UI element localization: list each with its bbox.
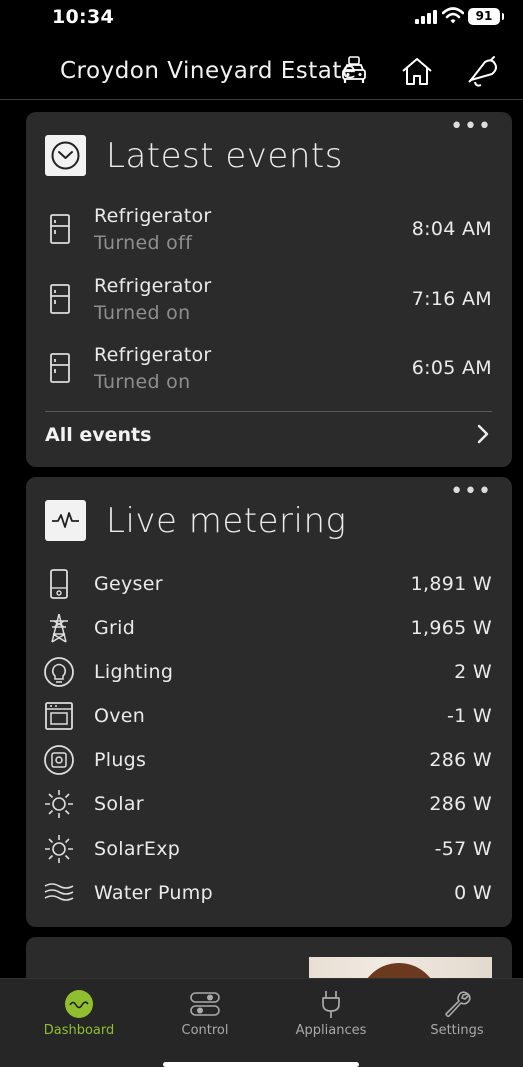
event-device: Refrigerator — [94, 205, 212, 227]
bulb-icon — [44, 657, 74, 687]
meter-name: SolarExp — [94, 838, 181, 860]
meter-value: 2 W — [454, 661, 492, 683]
wifi-icon — [442, 7, 464, 24]
status-bar: 10:34 91 — [0, 0, 523, 36]
refrigerator-icon — [50, 353, 70, 383]
event-status: Turned on — [94, 302, 191, 324]
refrigerator-icon — [50, 214, 70, 244]
meter-name: Water Pump — [94, 882, 213, 904]
event-status: Turned off — [94, 232, 193, 254]
event-row[interactable]: Refrigerator Turned off 8:04 AM — [26, 205, 512, 261]
meter-row-lighting[interactable]: Lighting 2 W — [26, 656, 512, 690]
meter-value: -57 W — [434, 838, 492, 860]
meter-row-oven[interactable]: Oven -1 W — [26, 700, 512, 734]
all-events-link[interactable]: All events — [45, 424, 151, 446]
meter-row-solarexp[interactable]: SolarExp -57 W — [26, 833, 512, 867]
app-header: Croydon Vineyard Estate — [0, 40, 523, 100]
meter-value: 286 W — [429, 749, 492, 771]
meter-name: Lighting — [94, 661, 174, 683]
tab-label: Control — [181, 1023, 229, 1038]
battery-icon: 91 — [468, 8, 504, 25]
meter-value: 1,891 W — [410, 573, 492, 595]
home-indicator — [163, 1062, 359, 1067]
meter-value: -1 W — [447, 705, 492, 727]
sun-icon — [45, 790, 73, 818]
oven-icon — [45, 702, 73, 730]
live-metering-card: ••• Live metering Geyser 1,891 W Grid 1,… — [26, 477, 512, 927]
bell-icon[interactable] — [465, 54, 501, 90]
more-options-button[interactable]: ••• — [450, 481, 492, 503]
event-time: 6:05 AM — [411, 357, 492, 379]
tab-label: Dashboard — [43, 1023, 115, 1038]
meter-value: 286 W — [429, 793, 492, 815]
toggles-icon — [190, 992, 220, 1016]
tab-label: Settings — [430, 1023, 484, 1038]
plug-socket-icon — [44, 745, 74, 775]
geyser-icon — [50, 569, 68, 599]
meter-name: Geyser — [94, 573, 163, 595]
tab-dashboard[interactable]: Dashboard — [14, 979, 144, 1049]
status-time: 10:34 — [52, 6, 114, 28]
more-options-button[interactable]: ••• — [450, 116, 492, 138]
card-title: Live metering — [106, 501, 347, 541]
plug-icon — [322, 991, 340, 1018]
refrigerator-icon — [50, 284, 70, 314]
home-icon[interactable] — [399, 54, 435, 90]
event-device: Refrigerator — [94, 344, 212, 366]
tab-label: Appliances — [295, 1023, 367, 1038]
clock-icon — [45, 135, 86, 176]
pylon-icon — [50, 613, 68, 643]
tab-bar: Dashboard Control Appliances Settings — [0, 978, 523, 1067]
page-title[interactable]: Croydon Vineyard Estate — [60, 58, 357, 84]
meter-value: 0 W — [454, 882, 492, 904]
event-time: 7:16 AM — [411, 288, 492, 310]
meter-row-water-pump[interactable]: Water Pump 0 W — [26, 877, 512, 911]
meter-name: Solar — [94, 793, 144, 815]
meter-row-grid[interactable]: Grid 1,965 W — [26, 612, 512, 646]
divider — [45, 411, 492, 412]
car-icon[interactable] — [336, 54, 372, 90]
tab-control[interactable]: Control — [140, 979, 270, 1049]
event-device: Refrigerator — [94, 275, 212, 297]
meter-row-geyser[interactable]: Geyser 1,891 W — [26, 568, 512, 602]
meter-row-plugs[interactable]: Plugs 286 W — [26, 744, 512, 778]
dashboard-icon — [65, 990, 93, 1018]
event-row[interactable]: Refrigerator Turned on 7:16 AM — [26, 275, 512, 331]
tab-settings[interactable]: Settings — [392, 979, 522, 1049]
meter-name: Plugs — [94, 749, 147, 771]
event-row[interactable]: Refrigerator Turned on 6:05 AM — [26, 344, 512, 400]
pulse-icon — [45, 500, 86, 541]
water-icon — [44, 883, 74, 901]
meter-row-solar[interactable]: Solar 286 W — [26, 788, 512, 822]
meter-name: Grid — [94, 617, 136, 639]
wrench-icon — [445, 991, 471, 1018]
tab-appliances[interactable]: Appliances — [266, 979, 396, 1049]
sun-icon — [45, 835, 73, 863]
cellular-signal-icon — [415, 10, 437, 24]
chevron-right-icon[interactable] — [476, 424, 490, 444]
latest-events-card: ••• Latest events Refrigerator Turned of… — [26, 112, 512, 467]
meter-name: Oven — [94, 705, 146, 727]
meter-value: 1,965 W — [410, 617, 492, 639]
event-time: 8:04 AM — [411, 218, 492, 240]
event-status: Turned on — [94, 371, 191, 393]
card-title: Latest events — [106, 136, 343, 176]
